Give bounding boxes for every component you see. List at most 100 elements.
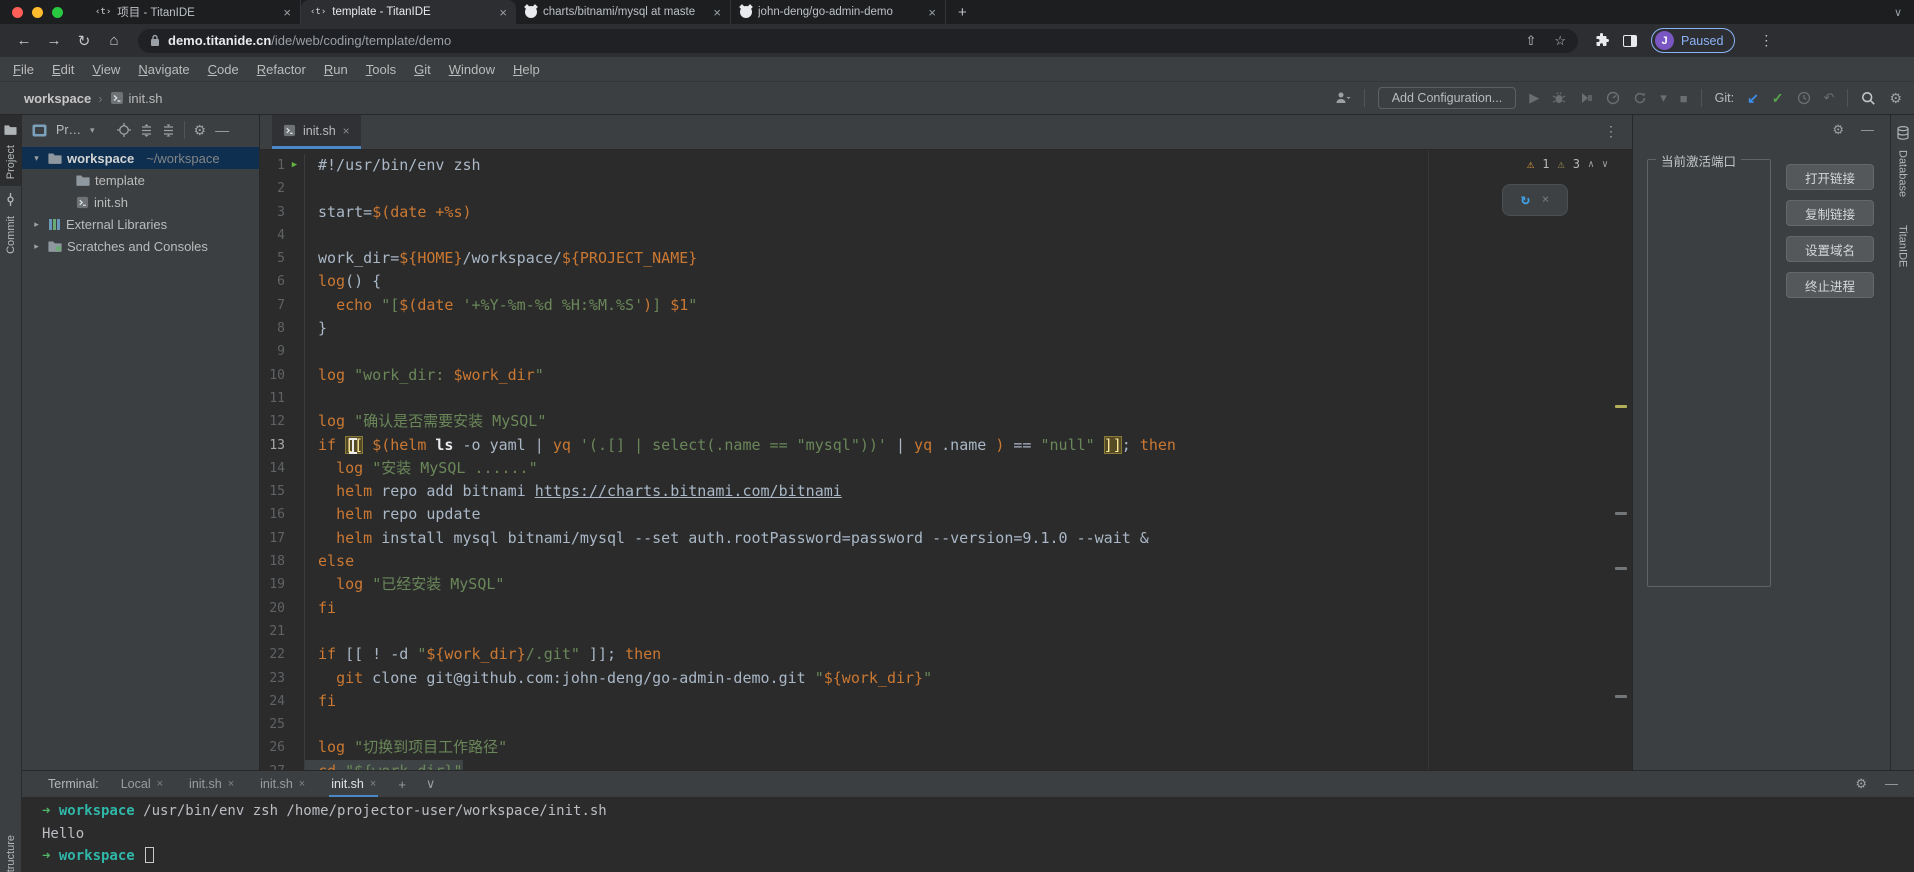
close-icon[interactable]: ×: [299, 778, 305, 790]
gutter[interactable]: 17: [260, 527, 305, 550]
close-icon[interactable]: ×: [157, 778, 163, 790]
button--[interactable]: 终止进程: [1786, 272, 1874, 298]
gutter[interactable]: 20: [260, 597, 305, 620]
editor-tab-init-sh[interactable]: init.sh ×: [272, 115, 361, 149]
code-area[interactable]: 1▶#!/usr/bin/env zsh 23 start=$(date +%s)4…: [260, 150, 1632, 770]
code-text[interactable]: #!/usr/bin/env zsh: [305, 154, 481, 177]
browser-menu-kebab-icon[interactable]: ⋮: [1759, 32, 1773, 49]
code-text[interactable]: [305, 620, 318, 643]
scrollbar-mark[interactable]: [1615, 695, 1627, 698]
stripe-tab-structure[interactable]: Structure: [0, 828, 21, 872]
gutter[interactable]: 23: [260, 667, 305, 690]
browser-tab--titanide[interactable]: ‹t›项目 - TitanIDE×: [86, 0, 301, 24]
gutter[interactable]: 22: [260, 643, 305, 666]
rerun-icon[interactable]: [1633, 91, 1647, 105]
scrollbar-warning-mark[interactable]: [1615, 405, 1627, 408]
run-script-icon[interactable]: ▶: [288, 154, 301, 177]
run-target-user-icon[interactable]: [1335, 91, 1351, 105]
breadcrumb-file[interactable]: init.sh: [129, 91, 163, 106]
terminal-tab-local[interactable]: Local×: [119, 771, 165, 797]
history-clock-icon[interactable]: [1797, 91, 1811, 105]
close-icon[interactable]: ×: [1542, 188, 1549, 211]
button--[interactable]: 复制链接: [1786, 200, 1874, 226]
git-update-icon[interactable]: ↙: [1747, 90, 1759, 107]
tree-chevron-icon[interactable]: ▸: [30, 219, 43, 230]
code-text[interactable]: work_dir=${HOME}/workspace/${PROJECT_NAM…: [305, 247, 697, 270]
new-terminal-icon[interactable]: +: [398, 777, 406, 792]
locate-target-icon[interactable]: [117, 123, 131, 137]
code-text[interactable]: [305, 340, 318, 363]
browser-tab-template-titanide[interactable]: ‹t›template - TitanIDE×: [301, 0, 516, 24]
code-text[interactable]: else: [305, 550, 354, 573]
terminal-dropdown-chevron-icon[interactable]: ∨: [426, 776, 436, 792]
tab-close-icon[interactable]: ×: [343, 124, 350, 138]
button--[interactable]: 设置域名: [1786, 236, 1874, 262]
gutter[interactable]: 16: [260, 503, 305, 526]
code-text[interactable]: cd "${work_dir}": [305, 760, 463, 770]
code-text[interactable]: helm repo update: [305, 503, 481, 526]
code-text[interactable]: log "work_dir: $work_dir": [305, 364, 544, 387]
back-icon[interactable]: ←: [10, 32, 38, 49]
gutter[interactable]: 8: [260, 317, 305, 340]
panel-options-gear-icon[interactable]: ⚙: [1832, 122, 1844, 138]
code-text[interactable]: fi: [305, 690, 336, 713]
button--[interactable]: 打开链接: [1786, 164, 1874, 190]
menu-view[interactable]: View: [83, 62, 129, 77]
tab-close-icon[interactable]: ×: [499, 5, 507, 20]
code-text[interactable]: start=$(date +%s): [305, 201, 472, 224]
close-icon[interactable]: ×: [228, 778, 234, 790]
menu-git[interactable]: Git: [405, 62, 440, 77]
profile-paused-pill[interactable]: J Paused: [1651, 28, 1735, 53]
tree-chevron-icon[interactable]: ▸: [30, 241, 43, 252]
gutter[interactable]: 12: [260, 410, 305, 433]
close-icon[interactable]: ×: [370, 778, 376, 790]
stripe-tab-titanide[interactable]: TitanIDE: [1891, 218, 1914, 274]
tree-chevron-icon[interactable]: ▾: [30, 153, 43, 164]
menu-window[interactable]: Window: [440, 62, 504, 77]
gutter[interactable]: 10: [260, 364, 305, 387]
gutter[interactable]: 7: [260, 294, 305, 317]
gutter[interactable]: 1▶: [260, 154, 305, 177]
address-bar[interactable]: demo.titanide.cn/ide/web/coding/template…: [138, 29, 1578, 53]
window-minimize-icon[interactable]: [32, 7, 43, 18]
gutter[interactable]: 11: [260, 387, 305, 410]
settings-gear-icon[interactable]: ⚙: [1889, 90, 1902, 107]
gutter[interactable]: 9: [260, 340, 305, 363]
inspections-widget[interactable]: ⚠1 ⚠3 ∧ ∨: [1527, 153, 1608, 176]
gutter[interactable]: 6: [260, 270, 305, 293]
tab-close-icon[interactable]: ×: [713, 5, 721, 20]
menu-navigate[interactable]: Navigate: [129, 62, 198, 77]
browser-tab-john-deng-go-admin-demo[interactable]: john-deng/go-admin-demo×: [731, 0, 946, 24]
code-text[interactable]: log "切换到项目工作路径": [305, 736, 507, 759]
breadcrumb-workspace[interactable]: workspace: [24, 91, 91, 106]
code-text[interactable]: log "安装 MySQL ......": [305, 457, 538, 480]
project-view-label[interactable]: Pr…: [56, 123, 81, 137]
gutter[interactable]: 21: [260, 620, 305, 643]
menu-code[interactable]: Code: [199, 62, 248, 77]
tree-item-workspace[interactable]: ▾workspace~/workspace: [22, 147, 259, 169]
code-text[interactable]: [305, 224, 318, 247]
code-text[interactable]: if [[ $(helm ls -o yaml | yq '(.[] | sel…: [305, 434, 1176, 457]
menu-tools[interactable]: Tools: [357, 62, 405, 77]
stripe-tab-commit[interactable]: Commit: [0, 186, 21, 261]
code-text[interactable]: [305, 387, 318, 410]
gutter[interactable]: 27: [260, 760, 305, 770]
code-text[interactable]: [305, 713, 318, 736]
menu-file[interactable]: File: [4, 62, 43, 77]
terminal-settings-gear-icon[interactable]: ⚙: [1855, 776, 1867, 792]
menu-help[interactable]: Help: [504, 62, 549, 77]
tree-item-external-libraries[interactable]: ▸External Libraries: [22, 213, 259, 235]
floating-rerun-widget[interactable]: ↻ ×: [1502, 184, 1568, 216]
add-configuration-button[interactable]: Add Configuration...: [1378, 87, 1517, 109]
gutter[interactable]: 4: [260, 224, 305, 247]
gutter[interactable]: 19: [260, 573, 305, 596]
terminal-tab-init-sh[interactable]: init.sh×: [187, 771, 236, 797]
window-close-icon[interactable]: [12, 7, 23, 18]
home-icon[interactable]: ⌂: [100, 32, 128, 49]
code-text[interactable]: helm install mysql bitnami/mysql --set a…: [305, 527, 1149, 550]
project-view-chevron-icon[interactable]: ▾: [90, 125, 95, 136]
project-view-icon[interactable]: [32, 124, 47, 137]
project-options-gear-icon[interactable]: ⚙: [194, 122, 207, 139]
terminal-output[interactable]: ➜ workspace /usr/bin/env zsh /home/proje…: [22, 797, 1914, 872]
code-text[interactable]: log "确认是否需要安装 MySQL": [305, 410, 546, 433]
